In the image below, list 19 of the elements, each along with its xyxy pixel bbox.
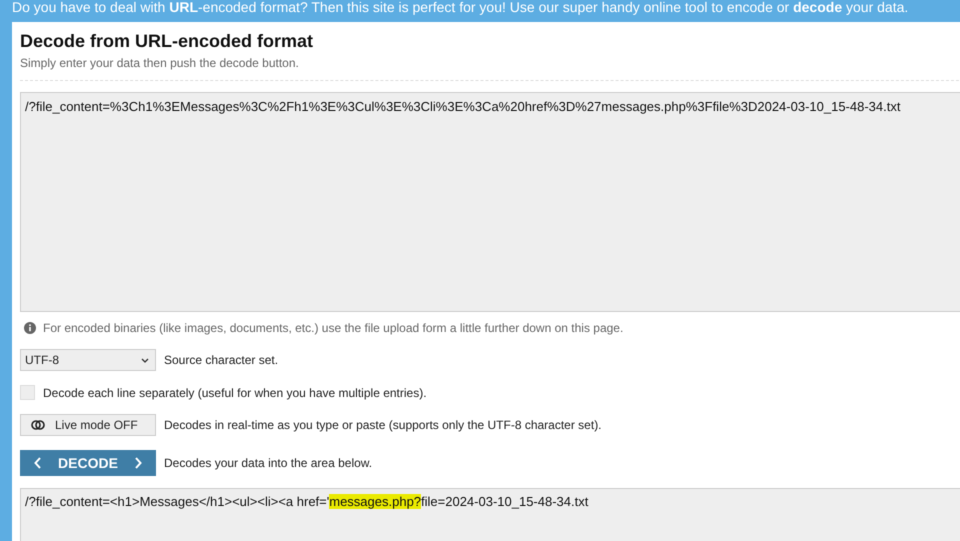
decode-description: Decodes your data into the area below. — [164, 456, 372, 470]
info-icon — [24, 322, 36, 334]
input-field[interactable]: /?file_content=%3Ch1%3EMessages%3C%2Fh1%3E%3Cul%3E%3Cli%3E%3Ca%20href%3D%27messages.php%3Ffile%3D2024-03-10_15-48-34.txt — [20, 92, 960, 312]
live-mode-description: Decodes in real-time as you type or paste (supports only the UTF-8 character set). — [164, 418, 602, 432]
toggle-icon — [31, 420, 45, 430]
subtitle: Simply enter your data then push the decode button. — [20, 56, 300, 70]
checkbox-label: Decode each line separately (useful for when you have multiple entries). — [43, 386, 427, 400]
info-note: For encoded binaries (like images, documents, etc.) use the file upload form a little further down on this page. — [43, 321, 624, 335]
decode-button[interactable]: DECODE — [20, 450, 156, 476]
page-title: Decode from URL-encoded format — [20, 30, 314, 52]
chevron-left-icon — [34, 457, 42, 469]
chevron-down-icon — [141, 358, 149, 362]
chevron-right-icon — [134, 457, 142, 469]
live-mode-button[interactable]: Live mode OFF — [20, 414, 156, 436]
output-field[interactable]: /?file_content=<h1>Messages</h1><ul><li><a href='messages.php?file=2024-03-10_15-48-34.txt — [20, 488, 960, 541]
banner-text: Do you have to deal with URL-encoded format? Then this site is perfect for you! Use our super handy online tool to encode or decode your data. — [12, 0, 908, 14]
charset-label: Source character set. — [164, 353, 278, 367]
charset-select[interactable]: UTF-8 — [20, 349, 156, 371]
checkbox[interactable] — [20, 385, 35, 400]
